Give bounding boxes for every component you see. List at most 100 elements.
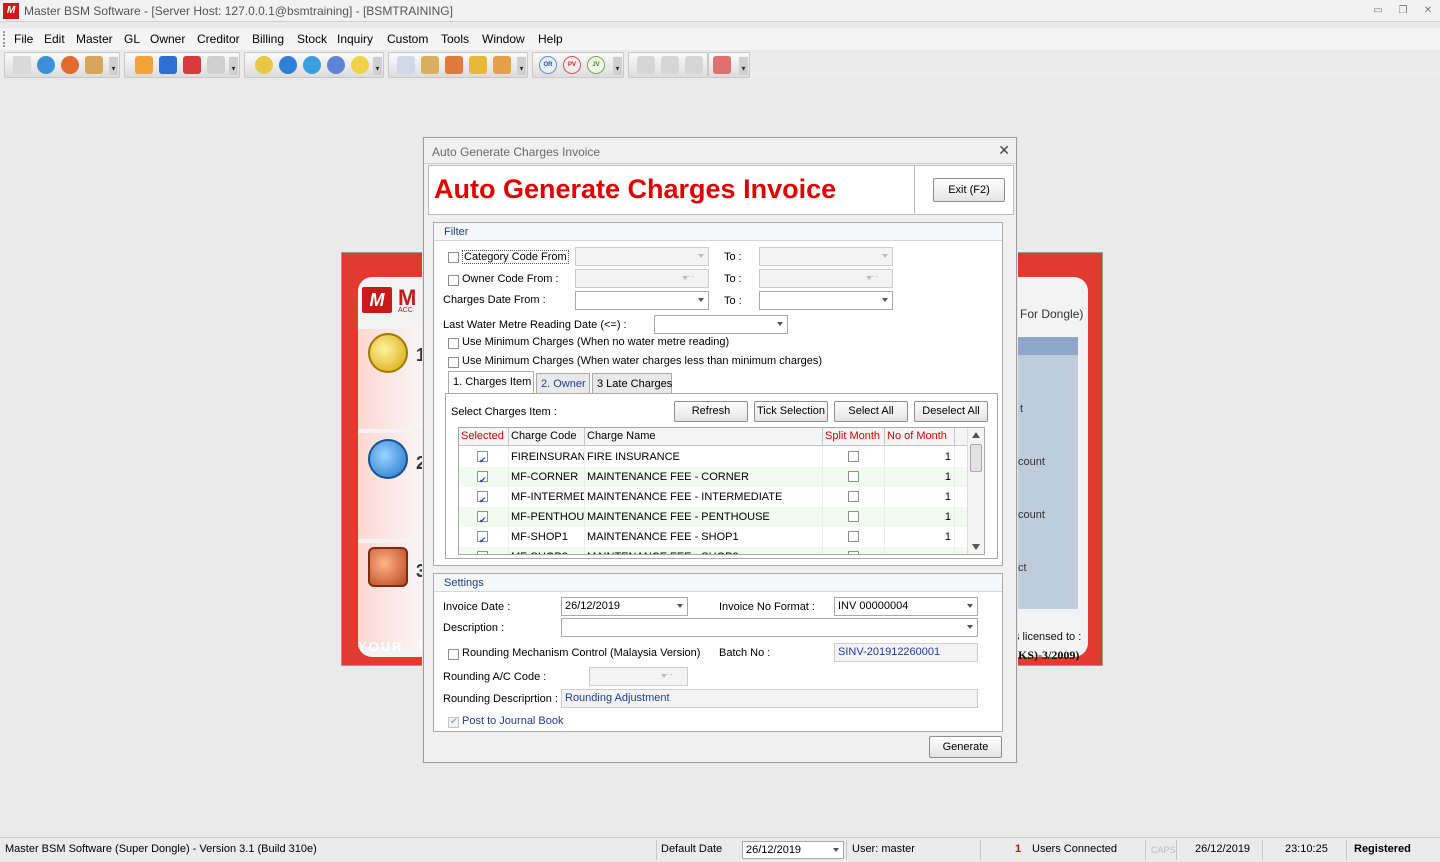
menu-stock[interactable]: Stock: [297, 32, 327, 46]
ledger-book-icon[interactable]: [368, 333, 408, 373]
rounding-control-checkbox[interactable]: [448, 649, 459, 660]
split-month-checkbox[interactable]: [848, 471, 859, 482]
no-of-month-cell[interactable]: 1: [885, 507, 955, 527]
category-code-checkbox[interactable]: [448, 252, 459, 263]
split-month-checkbox[interactable]: [848, 491, 859, 502]
water-date-picker[interactable]: [654, 315, 788, 334]
description-select[interactable]: [561, 618, 978, 637]
menu-file[interactable]: File: [14, 32, 33, 46]
owner-from-select[interactable]: ···: [575, 269, 709, 288]
invoice-date-picker[interactable]: 26/12/2019: [561, 597, 688, 616]
tick-selection-button[interactable]: Tick Selection: [754, 401, 828, 422]
scroll-up-icon[interactable]: [972, 432, 980, 438]
toolbar-overflow-icon[interactable]: ▾: [229, 57, 238, 75]
split-month-checkbox[interactable]: [848, 511, 859, 522]
menu-inquiry[interactable]: Inquiry: [337, 32, 373, 46]
toolbar-overflow-icon[interactable]: ▾: [739, 57, 748, 75]
table-row[interactable]: MF-CORNERMAINTENANCE FEE - CORNER 1: [459, 467, 969, 487]
menu-help[interactable]: Help: [538, 32, 563, 46]
scroll-thumb[interactable]: [970, 444, 982, 472]
charge-name-cell[interactable]: MAINTENANCE FEE - SHOP2: [585, 547, 823, 554]
journal-icon[interactable]: [183, 56, 201, 74]
dialog-close-icon[interactable]: ✕: [998, 142, 1010, 159]
tab-charges-item[interactable]: 1. Charges Item: [448, 371, 534, 394]
charge-name-cell[interactable]: MAINTENANCE FEE - CORNER: [585, 467, 823, 487]
table-row[interactable]: MF-SHOP2MAINTENANCE FEE - SHOP2: [459, 547, 969, 554]
cascade-icon[interactable]: [637, 56, 655, 74]
accounts-icon[interactable]: [368, 439, 408, 479]
menu-custom[interactable]: Custom: [387, 32, 428, 46]
charge-name-cell[interactable]: MAINTENANCE FEE - SHOP1: [585, 527, 823, 547]
no-of-month-cell[interactable]: 1: [885, 447, 955, 467]
calendar-icon[interactable]: [397, 56, 415, 74]
toolbar-overflow-icon[interactable]: ▾: [373, 57, 382, 75]
statement-icon[interactable]: [493, 56, 511, 74]
ledger-icon[interactable]: [159, 56, 177, 74]
row-selected-checkbox[interactable]: [477, 450, 488, 467]
no-of-month-cell[interactable]: 1: [885, 467, 955, 487]
split-month-checkbox[interactable]: [848, 531, 859, 542]
charge-name-cell[interactable]: FIRE INSURANCE: [585, 447, 823, 467]
category-to-select[interactable]: [759, 247, 893, 266]
table-row[interactable]: MF-SHOP1MAINTENANCE FEE - SHOP1 1: [459, 527, 969, 547]
split-month-checkbox[interactable]: [848, 551, 859, 554]
tab-late-charges[interactable]: 3 Late Charges: [592, 373, 672, 394]
deselect-all-button[interactable]: Deselect All: [914, 401, 988, 422]
table-row[interactable]: FIREINSURANCEFIRE INSURANCE 1: [459, 447, 969, 467]
restore-button[interactable]: ❐: [1395, 3, 1411, 19]
users-icon[interactable]: [327, 56, 345, 74]
menu-billing[interactable]: Billing: [252, 32, 284, 46]
no-of-month-cell[interactable]: [885, 547, 955, 554]
menu-edit[interactable]: Edit: [44, 32, 65, 46]
menu-owner[interactable]: Owner: [150, 32, 185, 46]
col-charge-name[interactable]: Charge Name: [585, 428, 823, 446]
charge-code-cell[interactable]: MF-CORNER: [509, 467, 585, 487]
table-row[interactable]: MF-INTERMEDIATEMAINTENANCE FEE - INTERME…: [459, 487, 969, 507]
menu-creditor[interactable]: Creditor: [197, 32, 240, 46]
tab-owner[interactable]: 2. Owner: [536, 373, 590, 394]
category-from-select[interactable]: [575, 247, 709, 266]
row-selected-checkbox[interactable]: [477, 490, 488, 507]
default-date-picker[interactable]: 26/12/2019: [742, 841, 844, 859]
compass-icon[interactable]: [255, 56, 273, 74]
invoice-icon[interactable]: [445, 56, 463, 74]
split-month-checkbox[interactable]: [848, 451, 859, 462]
col-charge-code[interactable]: Charge Code: [509, 428, 585, 446]
col-no-of-month[interactable]: No of Month: [885, 428, 955, 446]
menu-window[interactable]: Window: [482, 32, 525, 46]
charges-date-to-picker[interactable]: [759, 291, 893, 310]
charge-code-cell[interactable]: FIREINSURANCE: [509, 447, 585, 467]
no-of-month-cell[interactable]: 1: [885, 527, 955, 547]
select-all-button[interactable]: Select All: [834, 401, 908, 422]
scroll-down-icon[interactable]: [972, 544, 980, 550]
min-charges-less-checkbox[interactable]: [448, 357, 459, 368]
star-icon[interactable]: [351, 56, 369, 74]
menu-tools[interactable]: Tools: [441, 32, 469, 46]
min-charges-no-reading-checkbox[interactable]: [448, 338, 459, 349]
menu-gl[interactable]: GL: [124, 32, 140, 46]
row-selected-checkbox[interactable]: [477, 530, 488, 547]
toolbox-icon[interactable]: [368, 547, 408, 587]
journal-voucher-icon[interactable]: JV: [587, 56, 605, 74]
charge-code-cell[interactable]: MF-SHOP2: [509, 547, 585, 554]
menu-master[interactable]: Master: [76, 32, 113, 46]
globe-icon[interactable]: [37, 56, 55, 74]
play-icon[interactable]: [279, 56, 297, 74]
owner-to-select[interactable]: ···: [759, 269, 893, 288]
toolbar-overflow-icon[interactable]: ▾: [517, 57, 526, 75]
generate-button[interactable]: Generate: [929, 736, 1002, 758]
box-icon[interactable]: [85, 56, 103, 74]
toolbar-overflow-icon[interactable]: ▾: [109, 57, 118, 75]
col-split-month[interactable]: Split Month: [823, 428, 885, 446]
close-app-button[interactable]: ✕: [1420, 3, 1436, 19]
official-receipt-icon[interactable]: OR: [539, 56, 557, 74]
notes-icon[interactable]: [207, 56, 225, 74]
row-selected-checkbox[interactable]: [477, 550, 488, 554]
toolbar-overflow-icon[interactable]: ▾: [613, 57, 622, 75]
refresh-button[interactable]: Refresh: [674, 401, 748, 422]
owner-code-checkbox[interactable]: [448, 275, 459, 286]
exit-icon[interactable]: [713, 56, 731, 74]
no-of-month-cell[interactable]: 1: [885, 487, 955, 507]
report-icon[interactable]: [421, 56, 439, 74]
charge-name-cell[interactable]: MAINTENANCE FEE - PENTHOUSE: [585, 507, 823, 527]
